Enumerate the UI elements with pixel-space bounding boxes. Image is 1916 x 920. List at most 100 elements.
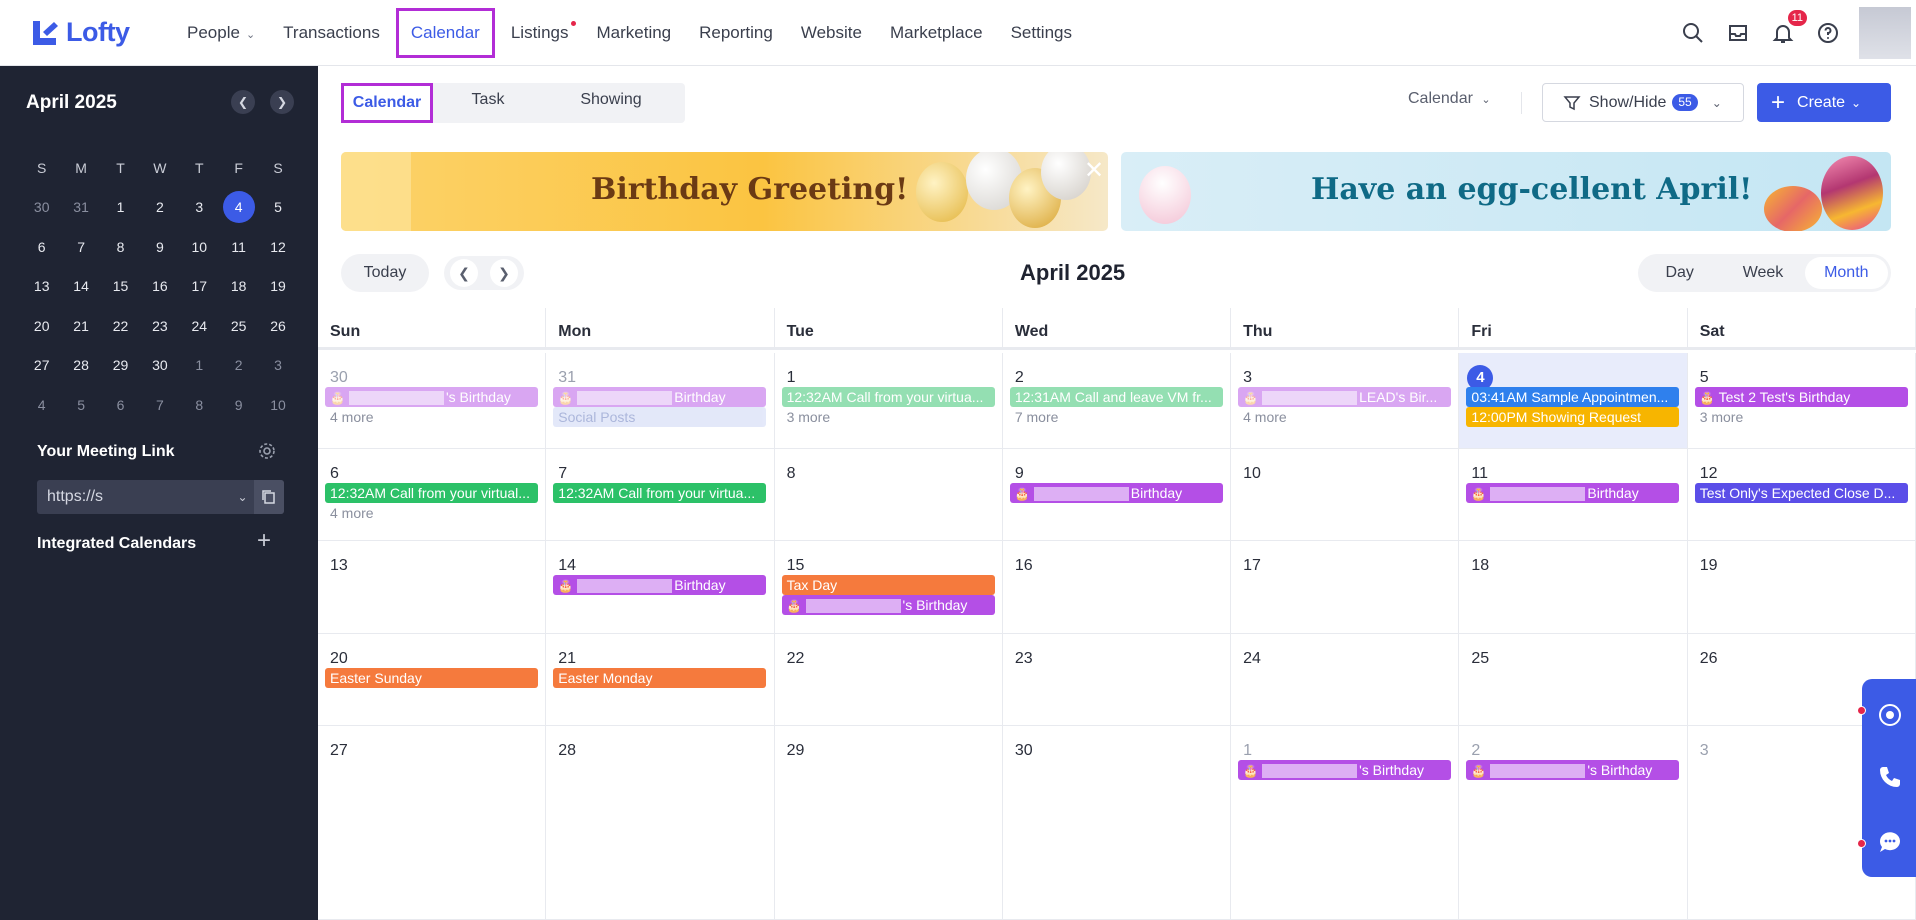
more-events-link[interactable]: 7 more <box>1015 409 1059 425</box>
mini-day[interactable]: 5 <box>61 397 100 413</box>
calendar-event[interactable]: 🎂 Birthday <box>1466 483 1680 503</box>
easter-banner[interactable]: Have an egg-cellent April! <box>1121 152 1891 231</box>
chat-icon[interactable] <box>1877 829 1903 855</box>
tab-calendar[interactable]: Calendar <box>341 83 433 123</box>
mini-day[interactable]: 5 <box>258 199 297 215</box>
mini-day[interactable]: 1 <box>101 199 140 215</box>
day-cell[interactable]: 25 <box>1459 634 1688 725</box>
calendar-event[interactable]: 🎂 Test 2 Test's Birthday <box>1694 387 1908 407</box>
day-cell[interactable]: 10 <box>1231 449 1460 540</box>
day-cell[interactable]: 14 🎂 Birthday <box>546 541 775 633</box>
day-cell[interactable]: 24 <box>1231 634 1460 725</box>
calendar-event[interactable]: 🎂 Birthday <box>553 387 767 407</box>
mini-day[interactable]: 29 <box>101 357 140 373</box>
day-cell[interactable]: 2 12:31AM Call and leave VM fr... 7 more <box>1003 353 1232 448</box>
chevron-down-icon[interactable]: ⌄ <box>237 490 247 504</box>
mini-day[interactable]: 28 <box>61 357 100 373</box>
create-button[interactable]: + Create ⌄ <box>1757 83 1891 122</box>
mini-day[interactable]: 27 <box>22 357 61 373</box>
calendar-event[interactable]: Easter Monday <box>553 668 767 688</box>
mini-day[interactable]: 10 <box>258 397 297 413</box>
day-cell[interactable]: 3 🎂 LEAD's Bir... 4 more <box>1231 353 1460 448</box>
nav-item-calendar[interactable]: Calendar <box>395 7 495 58</box>
add-calendar-icon[interactable]: + <box>257 527 271 555</box>
close-icon[interactable]: ✕ <box>1081 158 1107 184</box>
nav-item-settings[interactable]: Settings <box>999 8 1084 58</box>
mini-day[interactable]: 25 <box>219 318 258 334</box>
day-cell[interactable]: 30 <box>1003 726 1232 919</box>
mini-day[interactable]: 16 <box>140 278 179 294</box>
today-button[interactable]: Today <box>341 254 429 292</box>
copy-link-button[interactable] <box>253 480 284 514</box>
nav-item-people[interactable]: People ⌄ <box>175 8 267 58</box>
meeting-link-field[interactable]: https://s ⌄ <box>37 480 284 514</box>
day-cell[interactable]: 20 Easter Sunday <box>318 634 547 725</box>
mini-day[interactable]: 3 <box>258 357 297 373</box>
calendar-event[interactable]: 🎂 's Birthday <box>1238 760 1452 780</box>
day-cell[interactable]: 1 12:32AM Call from your virtua... 3 more <box>775 353 1003 448</box>
notification-bell-icon[interactable]: 11 <box>1769 10 1807 47</box>
mini-day[interactable]: 13 <box>22 278 61 294</box>
day-cell[interactable]: 13 <box>318 541 547 633</box>
day-cell[interactable]: 21 Easter Monday <box>546 634 775 725</box>
mini-day[interactable]: 4 <box>219 191 258 224</box>
mini-day[interactable]: 18 <box>219 278 258 294</box>
mini-day[interactable]: 9 <box>219 397 258 413</box>
nav-item-marketplace[interactable]: Marketplace <box>878 8 995 58</box>
gear-icon[interactable] <box>258 442 276 460</box>
mini-day[interactable]: 22 <box>101 318 140 334</box>
view-month-button[interactable]: Month <box>1804 257 1888 289</box>
day-cell[interactable]: 6 12:32AM Call from your virtual... 4 more <box>318 449 547 540</box>
calendar-event[interactable]: 🎂 's Birthday <box>1466 760 1680 780</box>
day-cell[interactable]: 9 🎂 Birthday <box>1003 449 1232 540</box>
day-cell[interactable]: 8 <box>775 449 1003 540</box>
calendar-event[interactable]: 12:31AM Call and leave VM fr... <box>1009 387 1223 407</box>
mini-day[interactable]: 9 <box>140 239 179 255</box>
day-cell[interactable]: 19 <box>1688 541 1916 633</box>
calendar-event[interactable]: Test Only's Expected Close D... <box>1694 483 1908 503</box>
tab-task[interactable]: Task <box>433 83 543 123</box>
calendar-event[interactable]: 12:00PM Showing Request <box>1466 407 1680 427</box>
mini-day[interactable]: 2 <box>219 357 258 373</box>
day-cell[interactable]: 22 <box>775 634 1003 725</box>
mini-day[interactable]: 14 <box>61 278 100 294</box>
day-cell[interactable]: 7 12:32AM Call from your virtua... <box>546 449 775 540</box>
day-cell[interactable]: 2 🎂 's Birthday <box>1459 726 1688 919</box>
mini-day[interactable]: 15 <box>101 278 140 294</box>
day-cell[interactable]: 23 <box>1003 634 1232 725</box>
day-cell[interactable]: 1 🎂 's Birthday <box>1231 726 1460 919</box>
more-events-link[interactable]: 3 more <box>1700 409 1744 425</box>
day-cell[interactable]: 5 🎂 Test 2 Test's Birthday 3 more <box>1688 353 1916 448</box>
nav-item-listings[interactable]: Listings <box>499 8 581 58</box>
more-events-link[interactable]: 4 more <box>330 505 374 521</box>
view-day-button[interactable]: Day <box>1638 257 1721 289</box>
mini-day[interactable]: 3 <box>180 199 219 215</box>
mini-day[interactable]: 30 <box>140 357 179 373</box>
day-cell[interactable]: 4 03:41AM Sample Appointmen... 12:00PM Sho… <box>1459 353 1688 448</box>
day-cell[interactable]: 28 <box>546 726 775 919</box>
calendar-event[interactable]: 12:32AM Call from your virtual... <box>325 483 538 503</box>
calendar-type-select[interactable]: Calendar ⌄ <box>1408 90 1491 108</box>
day-cell[interactable]: 18 <box>1459 541 1688 633</box>
day-cell[interactable]: 17 <box>1231 541 1460 633</box>
assistant-icon[interactable] <box>1877 702 1903 728</box>
day-cell[interactable]: 30 🎂 's Birthday 4 more <box>318 353 547 448</box>
mini-day[interactable]: 31 <box>61 199 100 215</box>
calendar-event[interactable]: 🎂 's Birthday <box>781 595 995 615</box>
mini-day[interactable]: 8 <box>180 397 219 413</box>
mini-day[interactable]: 24 <box>180 318 219 334</box>
phone-icon[interactable] <box>1877 764 1903 790</box>
mini-day[interactable]: 7 <box>140 397 179 413</box>
calendar-event[interactable]: Easter Sunday <box>325 668 538 688</box>
day-cell[interactable]: 15 Tax Day 🎂 's Birthday <box>775 541 1003 633</box>
calendar-event[interactable]: 03:41AM Sample Appointmen... <box>1466 387 1680 407</box>
user-avatar[interactable] <box>1859 7 1911 59</box>
calendar-event[interactable]: 12:32AM Call from your virtua... <box>781 387 995 407</box>
mini-day[interactable]: 17 <box>180 278 219 294</box>
next-month-button[interactable]: ❯ <box>490 259 518 287</box>
day-cell[interactable]: 11 🎂 Birthday <box>1459 449 1688 540</box>
mini-day[interactable]: 11 <box>219 239 258 255</box>
more-events-link[interactable]: 3 more <box>787 409 831 425</box>
search-icon[interactable] <box>1679 19 1707 47</box>
help-icon[interactable] <box>1814 19 1842 47</box>
